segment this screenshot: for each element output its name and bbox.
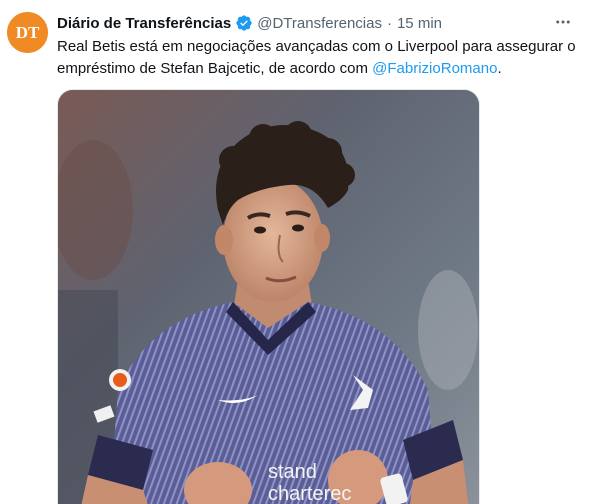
- timestamp[interactable]: 15 min: [397, 15, 442, 32]
- tweet-text-end: .: [497, 60, 502, 77]
- verified-badge-icon[interactable]: [235, 14, 253, 32]
- tweet-media-photo[interactable]: stand charterec: [57, 89, 480, 504]
- avatar[interactable]: DT: [7, 12, 48, 53]
- mention-link[interactable]: @FabrizioRomano: [372, 60, 497, 77]
- separator-dot: ·: [386, 14, 392, 32]
- tweet[interactable]: DT Diário de Transferências @DTransferen…: [0, 0, 593, 504]
- display-name[interactable]: Diário de Transferências: [57, 15, 231, 32]
- avatar-initials: DT: [16, 23, 40, 42]
- player-photo: stand charterec: [58, 90, 479, 504]
- tweet-header: Diário de Transferências @DTransferencia…: [57, 12, 583, 34]
- more-horizontal-icon[interactable]: [551, 10, 575, 34]
- handle[interactable]: @DTransferencias: [257, 15, 382, 32]
- shirt-sponsor-line-1: stand: [268, 461, 317, 483]
- avatar-logo-icon: DT: [7, 12, 48, 53]
- tweet-text: Real Betis está em negociações avançadas…: [57, 36, 582, 80]
- shirt-sponsor-line-2: charterec: [268, 483, 351, 504]
